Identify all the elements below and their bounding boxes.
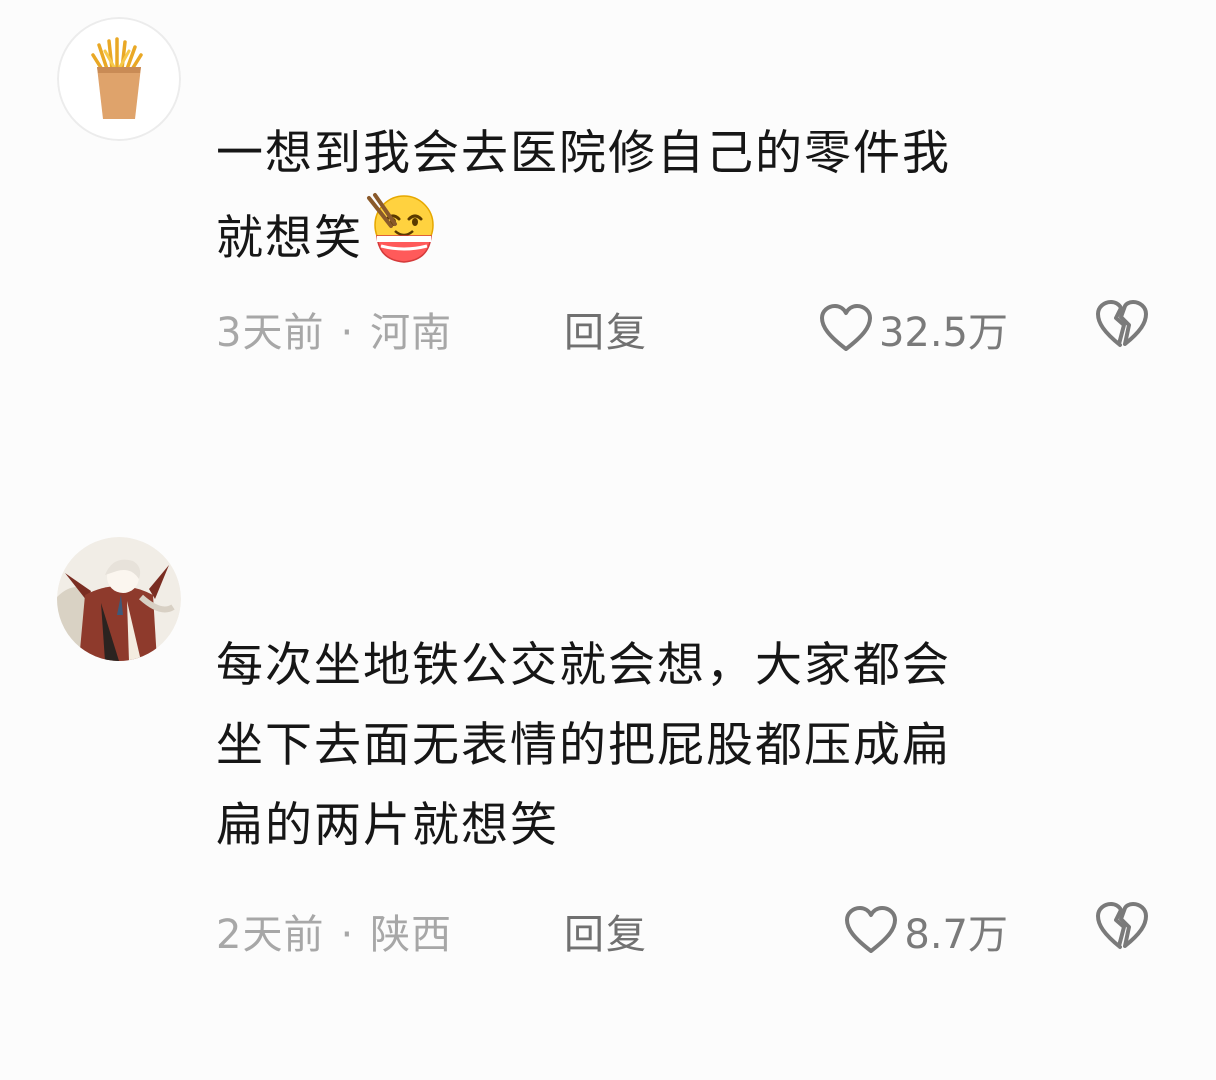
meta-separator: · (340, 310, 355, 356)
hungry-face-emoji-icon (365, 192, 439, 289)
dislike-button[interactable] (1095, 300, 1149, 350)
like-button[interactable]: 8.7万 (844, 902, 1008, 960)
comment-text: 一想到我会去医院修自己的零件我 就想笑 (216, 116, 1136, 289)
meta-separator: · (340, 912, 355, 958)
comment-meta: 2天前 · 陕西 (216, 902, 452, 960)
dislike-button[interactable] (1095, 902, 1149, 952)
comment-location: 河南 (370, 310, 453, 356)
anime-character-avatar (57, 537, 181, 661)
heart-outline-icon (845, 906, 898, 953)
reply-button[interactable]: 回复 (564, 902, 648, 960)
broken-heart-icon (1096, 902, 1148, 949)
comment-time: 3天前 (216, 310, 325, 356)
broken-heart-icon (1096, 300, 1148, 347)
comment-text-line: 一想到我会去医院修自己的零件我 (216, 126, 951, 181)
comment-text-line: 每次坐地铁公交就会想，大家都会 (216, 638, 951, 693)
like-count: 32.5万 (878, 310, 1008, 356)
comment-text-line: 就想笑 (216, 211, 363, 266)
like-button[interactable]: 32.5万 (819, 300, 1008, 358)
reply-button[interactable]: 回复 (564, 300, 648, 358)
fries-icon (57, 17, 181, 141)
comment-time: 2天前 (216, 912, 325, 958)
comment-meta: 3天前 · 河南 (216, 300, 452, 358)
comment-item: 一想到我会去医院修自己的零件我 就想笑 3天前 · 河南 回复 32.5万 (0, 0, 1216, 420)
avatar[interactable] (57, 17, 181, 141)
comment-text-line: 坐下去面无表情的把屁股都压成扁 (216, 718, 951, 773)
comment-text: 每次坐地铁公交就会想，大家都会 坐下去面无表情的把屁股都压成扁 扁的两片就想笑 (216, 626, 1136, 866)
comment-item: 每次坐地铁公交就会想，大家都会 坐下去面无表情的把屁股都压成扁 扁的两片就想笑 … (0, 530, 1216, 1050)
comment-location: 陕西 (370, 912, 453, 958)
avatar[interactable] (57, 537, 181, 661)
comment-text-line: 扁的两片就想笑 (216, 798, 559, 853)
heart-outline-icon (819, 304, 872, 351)
like-count: 8.7万 (904, 912, 1008, 958)
